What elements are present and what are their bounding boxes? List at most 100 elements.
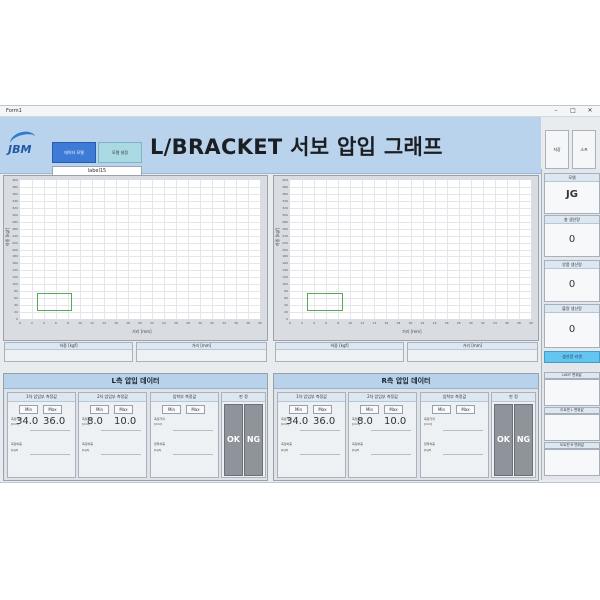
min-button[interactable]: Min bbox=[360, 405, 379, 414]
max-button[interactable]: Max bbox=[384, 405, 403, 414]
x-tick-label: 34 bbox=[492, 321, 497, 325]
grid-line-horizontal bbox=[20, 200, 260, 202]
y-tick-label: 400 bbox=[282, 178, 288, 182]
distance-label: 측정거리 bbox=[281, 417, 293, 421]
readout-label: 거리 [mm] bbox=[408, 343, 537, 350]
exit-button[interactable]: 소프 bbox=[572, 130, 596, 169]
model-settings-button[interactable]: 모델 설정 bbox=[98, 142, 142, 163]
x-tick-label: 26 bbox=[444, 321, 449, 325]
group-header: 2차 압입부 측정값 bbox=[349, 393, 416, 402]
total-production-box: 총 생산량 0 bbox=[544, 215, 600, 257]
judgement-group: 판 정 OK NG bbox=[491, 392, 536, 478]
max-value: 10.0 bbox=[114, 416, 137, 427]
min-button[interactable]: Min bbox=[162, 405, 181, 414]
dowel-l-value-box bbox=[544, 414, 600, 441]
x-tick-label: 28 bbox=[456, 321, 461, 325]
bad-production-value: 0 bbox=[568, 324, 576, 335]
close-icon[interactable]: ✕ bbox=[582, 106, 598, 116]
legend-box bbox=[36, 292, 73, 312]
load-field bbox=[300, 454, 340, 455]
y-tick-label: 100 bbox=[12, 282, 18, 287]
distance-unit: [mm] bbox=[281, 422, 290, 426]
dowel-r-label: 도트핀 R 변위값 bbox=[544, 442, 600, 449]
y-tick-label: 220 bbox=[282, 240, 288, 245]
grid-line-horizontal bbox=[20, 242, 260, 244]
grid-line-horizontal bbox=[290, 277, 531, 279]
distance-label: 측정거리 bbox=[11, 417, 23, 421]
logo-text: JBM bbox=[8, 143, 32, 156]
x-tick-label: 36 bbox=[234, 321, 238, 325]
y-tick-label: 240 bbox=[282, 233, 288, 238]
max-button[interactable]: Max bbox=[114, 405, 133, 414]
x-tick-label: 22 bbox=[420, 321, 425, 325]
distance-field bbox=[173, 430, 213, 431]
readout-label: 하중 [kgf] bbox=[276, 343, 403, 350]
max-button[interactable]: Max bbox=[186, 405, 205, 414]
dowel-r-value-box bbox=[544, 449, 600, 476]
grid-line-horizontal bbox=[20, 256, 260, 258]
x-tick-label: 6 bbox=[55, 321, 57, 325]
distance-label: 측정거리 bbox=[154, 417, 166, 421]
y-tick-label: 40 bbox=[14, 303, 18, 308]
grid-line-horizontal bbox=[290, 228, 531, 230]
x-tick-label: 32 bbox=[480, 321, 485, 325]
x-tick-label: 40 bbox=[529, 321, 533, 325]
maximize-icon[interactable]: □ bbox=[565, 106, 581, 116]
min-button[interactable]: Min bbox=[289, 405, 308, 414]
y-tick-label: 140 bbox=[12, 268, 18, 273]
distance-unit: [mm] bbox=[352, 422, 361, 426]
max-button[interactable]: Max bbox=[456, 405, 475, 414]
min-button[interactable]: Min bbox=[19, 405, 38, 414]
left-chart-xlabel: 거리 [mm] bbox=[132, 329, 152, 334]
window-titlebar: Form1 – □ ✕ bbox=[0, 106, 600, 117]
y-tick-label: 280 bbox=[282, 219, 288, 224]
distance-field bbox=[300, 430, 340, 431]
measurement-group: 1차 압입부 측정값 Min Max 34.0 36.0 측정거리 [mm] 측정하중 [kgf… bbox=[7, 392, 76, 478]
dowel-l-label: 도트핀 L 변위값 bbox=[544, 407, 600, 414]
distance-unit: [mm] bbox=[11, 422, 20, 426]
right-distance-readout: 거리 [mm] bbox=[407, 342, 538, 362]
x-tick-label: 4 bbox=[313, 321, 316, 325]
data-model-button[interactable]: 데이터 모델 bbox=[52, 142, 96, 163]
x-tick-label: 10 bbox=[348, 321, 353, 325]
right-chart-xlabel: 거리 [mm] bbox=[402, 329, 422, 334]
minimize-icon[interactable]: – bbox=[548, 106, 564, 116]
x-tick-label: 40 bbox=[258, 321, 262, 325]
y-tick-label: 140 bbox=[282, 268, 288, 273]
reset-production-button[interactable]: 생산량 리셋 bbox=[544, 351, 600, 363]
grid-line-horizontal bbox=[290, 214, 531, 216]
left-chart-panel: 하중 [kgf] 거리 [mm] 400 380 360 340 320 300 280 26… bbox=[3, 175, 268, 341]
distance-unit: [mm] bbox=[424, 422, 433, 426]
x-tick-label: 36 bbox=[504, 321, 509, 325]
right-load-readout: 하중 [kgf] bbox=[275, 342, 404, 362]
grid-line-horizontal bbox=[290, 242, 531, 244]
y-tick-label: 160 bbox=[12, 261, 18, 266]
good-production-label: 양품 생산량 bbox=[545, 261, 599, 269]
load-unit: [kgf] bbox=[424, 448, 432, 452]
x-tick-label: 22 bbox=[150, 321, 154, 325]
model-label: 모델 bbox=[545, 174, 599, 182]
max-button[interactable]: Max bbox=[43, 405, 62, 414]
app-window: Form1 – □ ✕ JBM 데이터 모델 모델 설정 label15 L/B… bbox=[0, 105, 600, 483]
grid-line-horizontal bbox=[20, 186, 260, 188]
min-button[interactable]: Min bbox=[90, 405, 109, 414]
load-field bbox=[30, 454, 70, 455]
x-tick-label: 16 bbox=[384, 321, 389, 325]
good-production-box: 양품 생산량 0 bbox=[544, 260, 600, 302]
y-tick-label: 60 bbox=[284, 296, 288, 301]
load-label: 측정하중 bbox=[352, 442, 364, 446]
max-value: 10.0 bbox=[384, 416, 407, 427]
y-tick-label: 300 bbox=[282, 212, 288, 217]
y-tick-label: 20 bbox=[14, 310, 18, 315]
x-tick-label: 32 bbox=[210, 321, 214, 325]
save-button[interactable]: 저장 bbox=[545, 130, 569, 169]
max-button[interactable]: Max bbox=[313, 405, 332, 414]
min-button[interactable]: Min bbox=[432, 405, 451, 414]
x-tick-label: 2 bbox=[31, 321, 33, 325]
y-tick-label: 60 bbox=[14, 296, 18, 301]
distance-unit: [mm] bbox=[82, 422, 91, 426]
y-tick-label: 220 bbox=[12, 240, 18, 245]
grid-line-horizontal bbox=[290, 284, 531, 286]
load-label: 측정하중 bbox=[11, 442, 23, 446]
x-tick-label: 8 bbox=[67, 321, 69, 325]
